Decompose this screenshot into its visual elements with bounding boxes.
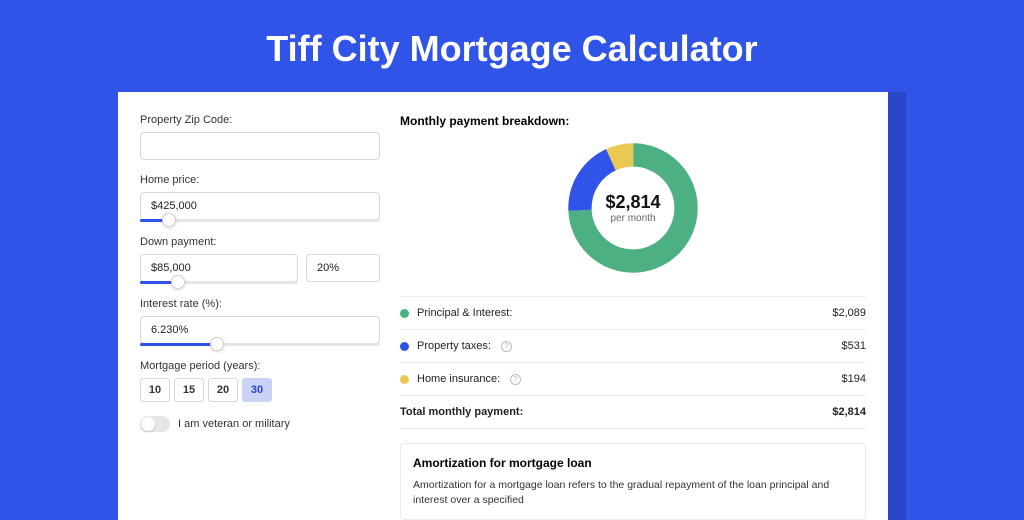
rate-group: Interest rate (%): [140,298,380,346]
price-slider[interactable] [140,219,380,222]
down-percent-input[interactable] [306,254,380,282]
breakdown-column: Monthly payment breakdown: $2,814 per mo… [400,114,866,520]
zip-input[interactable] [140,132,380,160]
rate-slider-thumb[interactable] [210,337,224,351]
panel-shadow: Property Zip Code: Home price: Down paym… [118,92,906,520]
breakdown-title: Monthly payment breakdown: [400,114,866,128]
down-label: Down payment: [140,236,380,248]
legend-dot [400,342,409,351]
donut-chart-wrap: $2,814 per month [400,138,866,278]
breakdown-label: Property taxes: [417,340,491,352]
legend-dot [400,375,409,384]
rate-slider[interactable] [140,343,380,346]
price-group: Home price: [140,174,380,222]
breakdown-row: Principal & Interest: $2,089 [400,297,866,330]
donut-sub: per month [610,213,655,224]
amortization-box: Amortization for mortgage loan Amortizat… [400,443,866,520]
down-group: Down payment: [140,236,380,284]
down-amount-input[interactable] [140,254,298,282]
price-input[interactable] [140,192,380,220]
donut-amount: $2,814 [605,192,660,213]
amortization-title: Amortization for mortgage loan [413,456,853,470]
period-options: 10152030 [140,378,380,402]
calculator-panel: Property Zip Code: Home price: Down paym… [118,92,888,520]
zip-group: Property Zip Code: [140,114,380,160]
price-slider-thumb[interactable] [162,213,176,227]
rate-label: Interest rate (%): [140,298,380,310]
down-slider-thumb[interactable] [171,275,185,289]
breakdown-label: Home insurance: [417,373,500,385]
form-column: Property Zip Code: Home price: Down paym… [140,114,380,520]
total-value: $2,814 [832,406,866,418]
breakdown-label: Principal & Interest: [417,307,512,319]
donut-chart: $2,814 per month [563,138,703,278]
veteran-toggle[interactable] [140,416,170,432]
breakdown-table: Principal & Interest: $2,089 Property taxe… [400,296,866,429]
breakdown-value: $194 [842,373,866,385]
period-button-10[interactable]: 10 [140,378,170,402]
breakdown-value: $2,089 [832,307,866,319]
period-button-30[interactable]: 30 [242,378,272,402]
total-label: Total monthly payment: [400,406,523,418]
info-icon[interactable]: ? [501,341,512,352]
legend-dot [400,309,409,318]
breakdown-total-row: Total monthly payment: $2,814 [400,396,866,429]
toggle-knob [141,417,155,431]
breakdown-value: $531 [842,340,866,352]
veteran-label: I am veteran or military [178,418,290,430]
info-icon[interactable]: ? [510,374,521,385]
amortization-text: Amortization for a mortgage loan refers … [413,478,853,507]
page-title: Tiff City Mortgage Calculator [0,0,1024,92]
veteran-row: I am veteran or military [140,416,380,432]
period-label: Mortgage period (years): [140,360,380,372]
period-button-20[interactable]: 20 [208,378,238,402]
donut-center: $2,814 per month [563,138,703,278]
breakdown-row: Home insurance:? $194 [400,363,866,396]
price-label: Home price: [140,174,380,186]
period-button-15[interactable]: 15 [174,378,204,402]
breakdown-row: Property taxes:? $531 [400,330,866,363]
rate-input[interactable] [140,316,380,344]
period-group: Mortgage period (years): 10152030 [140,360,380,402]
down-slider[interactable] [140,281,298,284]
zip-label: Property Zip Code: [140,114,380,126]
